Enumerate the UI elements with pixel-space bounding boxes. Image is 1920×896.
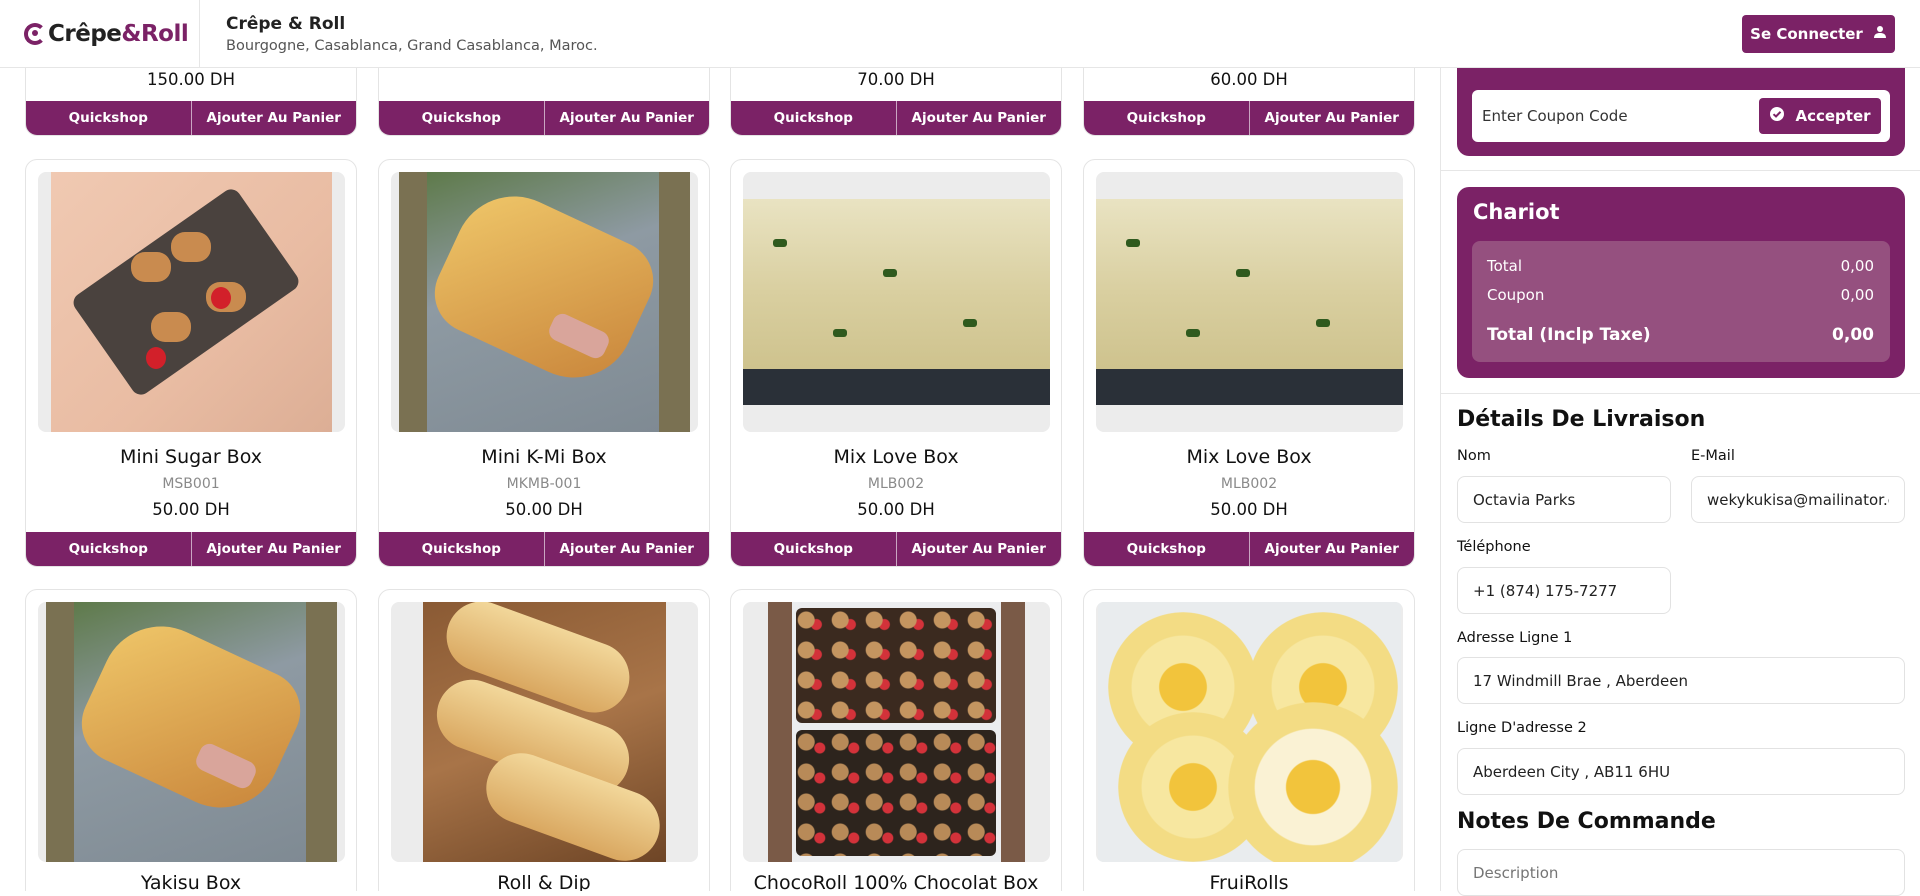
email-label: E-Mail — [1691, 448, 1735, 464]
product-card: Mini K-Mi Box MKMB-001 50.00 DH Quicksho… — [378, 159, 710, 567]
logo-text-roll: Roll — [140, 21, 189, 47]
product-card: Mini Sugar Box MSB001 50.00 DH Quickshop… — [25, 159, 357, 567]
logo-amp: & — [121, 21, 141, 47]
total-tax-value: 0,00 — [1832, 325, 1874, 345]
phone-field[interactable] — [1457, 567, 1671, 614]
product-name[interactable]: Mini Sugar Box — [26, 446, 356, 468]
coupon-label: Coupon — [1487, 286, 1545, 304]
coupon-input[interactable] — [1482, 104, 1732, 128]
product-name[interactable]: ChocoRoll 100% Chocolat Box — [731, 872, 1061, 891]
logo-mark-icon — [24, 23, 46, 45]
product-image[interactable] — [38, 172, 345, 432]
cart-title: Chariot — [1473, 200, 1560, 224]
add-to-cart-button[interactable]: Ajouter Au Panier — [543, 532, 710, 566]
brand-logo[interactable]: Crêpe&Roll — [24, 18, 189, 50]
quickshop-button[interactable]: Quickshop — [731, 532, 896, 566]
check-circle-icon — [1769, 106, 1785, 126]
product-card: Mix Love Box MLB002 50.00 DH Quickshop Aj… — [1083, 159, 1415, 567]
product-image[interactable] — [391, 602, 698, 862]
product-price: 150.00 DH — [146, 70, 236, 89]
product-card: Roll & Dip — [378, 589, 710, 891]
add-to-cart-button[interactable]: Ajouter Au Panier — [1248, 532, 1415, 566]
quickshop-button[interactable]: Quickshop — [26, 101, 191, 135]
email-field[interactable] — [1691, 476, 1905, 523]
add-to-cart-button[interactable]: Ajouter Au Panier — [190, 101, 357, 135]
product-name[interactable]: Yakisu Box — [26, 872, 356, 891]
product-price: 60.00 DH — [1210, 70, 1288, 89]
order-notes-title: Notes De Commande — [1457, 809, 1716, 834]
top-header: Crêpe&Roll Crêpe & Roll Bourgogne, Casab… — [0, 0, 1920, 68]
add-to-cart-button[interactable]: Ajouter Au Panier — [895, 101, 1062, 135]
add-to-cart-button[interactable]: Ajouter Au Panier — [1248, 101, 1415, 135]
login-button[interactable]: Se Connecter — [1742, 15, 1895, 53]
delivery-title: Détails De Livraison — [1457, 407, 1706, 432]
store-address: Bourgogne, Casablanca, Grand Casablanca,… — [226, 38, 598, 54]
product-image[interactable] — [391, 172, 698, 432]
total-label: Total — [1487, 257, 1523, 275]
quickshop-button[interactable]: Quickshop — [1084, 532, 1249, 566]
add-to-cart-button[interactable]: Ajouter Au Panier — [190, 532, 357, 566]
coupon-box: Accepter — [1472, 90, 1890, 142]
address-line1-label: Adresse Ligne 1 — [1457, 630, 1573, 646]
product-sku: MLB002 — [1220, 476, 1278, 492]
add-to-cart-button[interactable]: Ajouter Au Panier — [895, 532, 1062, 566]
user-icon — [1873, 25, 1887, 43]
quickshop-button[interactable]: Quickshop — [379, 101, 544, 135]
product-name[interactable]: Mini K-Mi Box — [379, 446, 709, 468]
coupon-value: 0,00 — [1840, 286, 1874, 304]
product-sku: MSB001 — [162, 476, 220, 492]
header-divider — [199, 0, 200, 68]
cart-summary: Chariot Total 0,00 Coupon 0,00 Total (In… — [1457, 187, 1905, 378]
store-name: Crêpe & Roll — [226, 14, 346, 34]
address-line2-field[interactable] — [1457, 748, 1905, 795]
total-tax-label: Total (Inclp Taxe) — [1487, 325, 1651, 345]
divider — [1441, 393, 1920, 394]
address-line2-label: Ligne D'adresse 2 — [1457, 720, 1587, 736]
product-image[interactable] — [743, 172, 1050, 432]
login-label: Se Connecter — [1750, 25, 1863, 43]
product-card: ChocoRoll 100% Chocolat Box — [730, 589, 1062, 891]
product-sku: MLB002 — [867, 476, 925, 492]
phone-label: Téléphone — [1457, 539, 1531, 555]
accept-label: Accepter — [1795, 107, 1871, 125]
product-price: 50.00 DH — [505, 500, 583, 519]
quickshop-button[interactable]: Quickshop — [731, 101, 896, 135]
product-price: 50.00 DH — [857, 500, 935, 519]
product-image[interactable] — [1096, 602, 1403, 862]
product-name[interactable]: FruiRolls — [1084, 872, 1414, 891]
quickshop-button[interactable]: Quickshop — [26, 532, 191, 566]
checkout-sidebar: Code Promo Accepter Chariot Total 0,00 C… — [1440, 0, 1920, 896]
cart-totals: Total 0,00 Coupon 0,00 Total (Inclp Taxe… — [1472, 241, 1890, 362]
product-price: 50.00 DH — [152, 500, 230, 519]
order-notes-field[interactable] — [1457, 849, 1905, 896]
divider — [1441, 170, 1920, 171]
product-name[interactable]: Mix Love Box — [1084, 446, 1414, 468]
add-to-cart-button[interactable]: Ajouter Au Panier — [543, 101, 710, 135]
product-card: Mix Love Box MLB002 50.00 DH Quickshop Aj… — [730, 159, 1062, 567]
product-grid: 150.00 DH Quickshop Ajouter Au Panier Qui… — [0, 0, 1440, 891]
product-name[interactable]: Mix Love Box — [731, 446, 1061, 468]
product-image[interactable] — [743, 602, 1050, 862]
total-value: 0,00 — [1840, 257, 1874, 275]
product-sku: MKMB-001 — [506, 476, 582, 492]
quickshop-button[interactable]: Quickshop — [1084, 101, 1249, 135]
product-card: Yakisu Box — [25, 589, 357, 891]
product-image[interactable] — [1096, 172, 1403, 432]
accept-coupon-button[interactable]: Accepter — [1759, 98, 1881, 134]
quickshop-button[interactable]: Quickshop — [379, 532, 544, 566]
product-name[interactable]: Roll & Dip — [379, 872, 709, 891]
product-price: 70.00 DH — [857, 70, 935, 89]
product-card: FruiRolls — [1083, 589, 1415, 891]
name-label: Nom — [1457, 448, 1491, 464]
product-image[interactable] — [38, 602, 345, 862]
name-field[interactable] — [1457, 476, 1671, 523]
product-price: 50.00 DH — [1210, 500, 1288, 519]
address-line1-field[interactable] — [1457, 657, 1905, 704]
logo-text-crepe: Crêpe — [48, 21, 122, 47]
